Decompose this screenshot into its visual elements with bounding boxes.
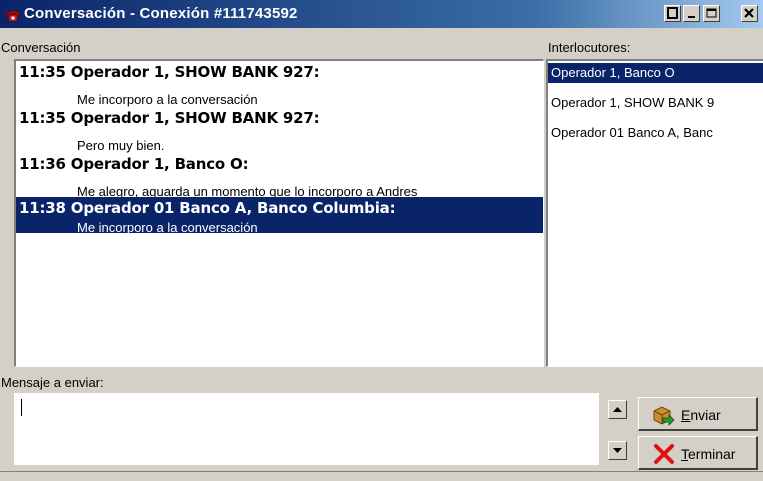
- message-text: Me incorporo a la conversación: [77, 92, 258, 107]
- telephone-icon: [5, 10, 21, 22]
- end-button[interactable]: Terminar: [638, 436, 758, 470]
- participants-list[interactable]: Operador 1, Banco O Operador 1, SHOW BAN…: [546, 59, 763, 367]
- participant-item[interactable]: Operador 01 Banco A, Banc: [551, 123, 713, 143]
- message-header: 11:36 Operador 1, Banco O:: [19, 155, 249, 173]
- message-text: Pero muy bien.: [77, 138, 165, 153]
- message-header: 11:35 Operador 1, SHOW BANK 927:: [19, 63, 320, 81]
- red-x-icon: [654, 444, 674, 464]
- scroll-up-icon: [613, 407, 622, 412]
- restore-button[interactable]: [683, 5, 700, 22]
- maximize-button[interactable]: [703, 5, 720, 22]
- restore-icon: [688, 16, 695, 18]
- window-title: Conversación - Conexión #111743592: [24, 5, 298, 22]
- participant-item[interactable]: Operador 1, SHOW BANK 9: [551, 93, 714, 113]
- maximize-icon: [706, 8, 717, 18]
- minimize-icon: [667, 7, 678, 19]
- scroll-down-icon: [613, 448, 622, 453]
- close-button[interactable]: [741, 5, 758, 22]
- end-button-label: Terminar: [681, 446, 736, 462]
- minimize-button[interactable]: [664, 5, 681, 22]
- conversation-panel[interactable]: 11:35 Operador 1, SHOW BANK 927: Me inco…: [14, 59, 544, 367]
- status-strip: [0, 471, 763, 481]
- message-header: 11:38 Operador 01 Banco A, Banco Columbi…: [19, 199, 396, 217]
- message-text: Me incorporo a la conversación: [77, 220, 258, 235]
- participant-item[interactable]: Operador 1, Banco O: [548, 63, 763, 83]
- message-header: 11:35 Operador 1, SHOW BANK 927:: [19, 109, 320, 127]
- title-bar[interactable]: Conversación - Conexión #111743592: [0, 0, 763, 28]
- close-icon: [744, 8, 754, 18]
- compose-label: Mensaje a enviar:: [1, 375, 104, 390]
- conversation-window: Conversación - Conexión #111743592 Conve…: [0, 0, 763, 481]
- participants-label: Interlocutores:: [548, 40, 631, 55]
- text-cursor: [21, 399, 22, 416]
- message-input[interactable]: [14, 393, 599, 465]
- send-button-label: Enviar: [681, 407, 721, 423]
- send-button[interactable]: Enviar: [638, 397, 758, 431]
- scroll-down-button[interactable]: [608, 441, 627, 460]
- scroll-up-button[interactable]: [608, 400, 627, 419]
- package-send-icon: [653, 406, 675, 426]
- conversation-label: Conversación: [1, 40, 81, 55]
